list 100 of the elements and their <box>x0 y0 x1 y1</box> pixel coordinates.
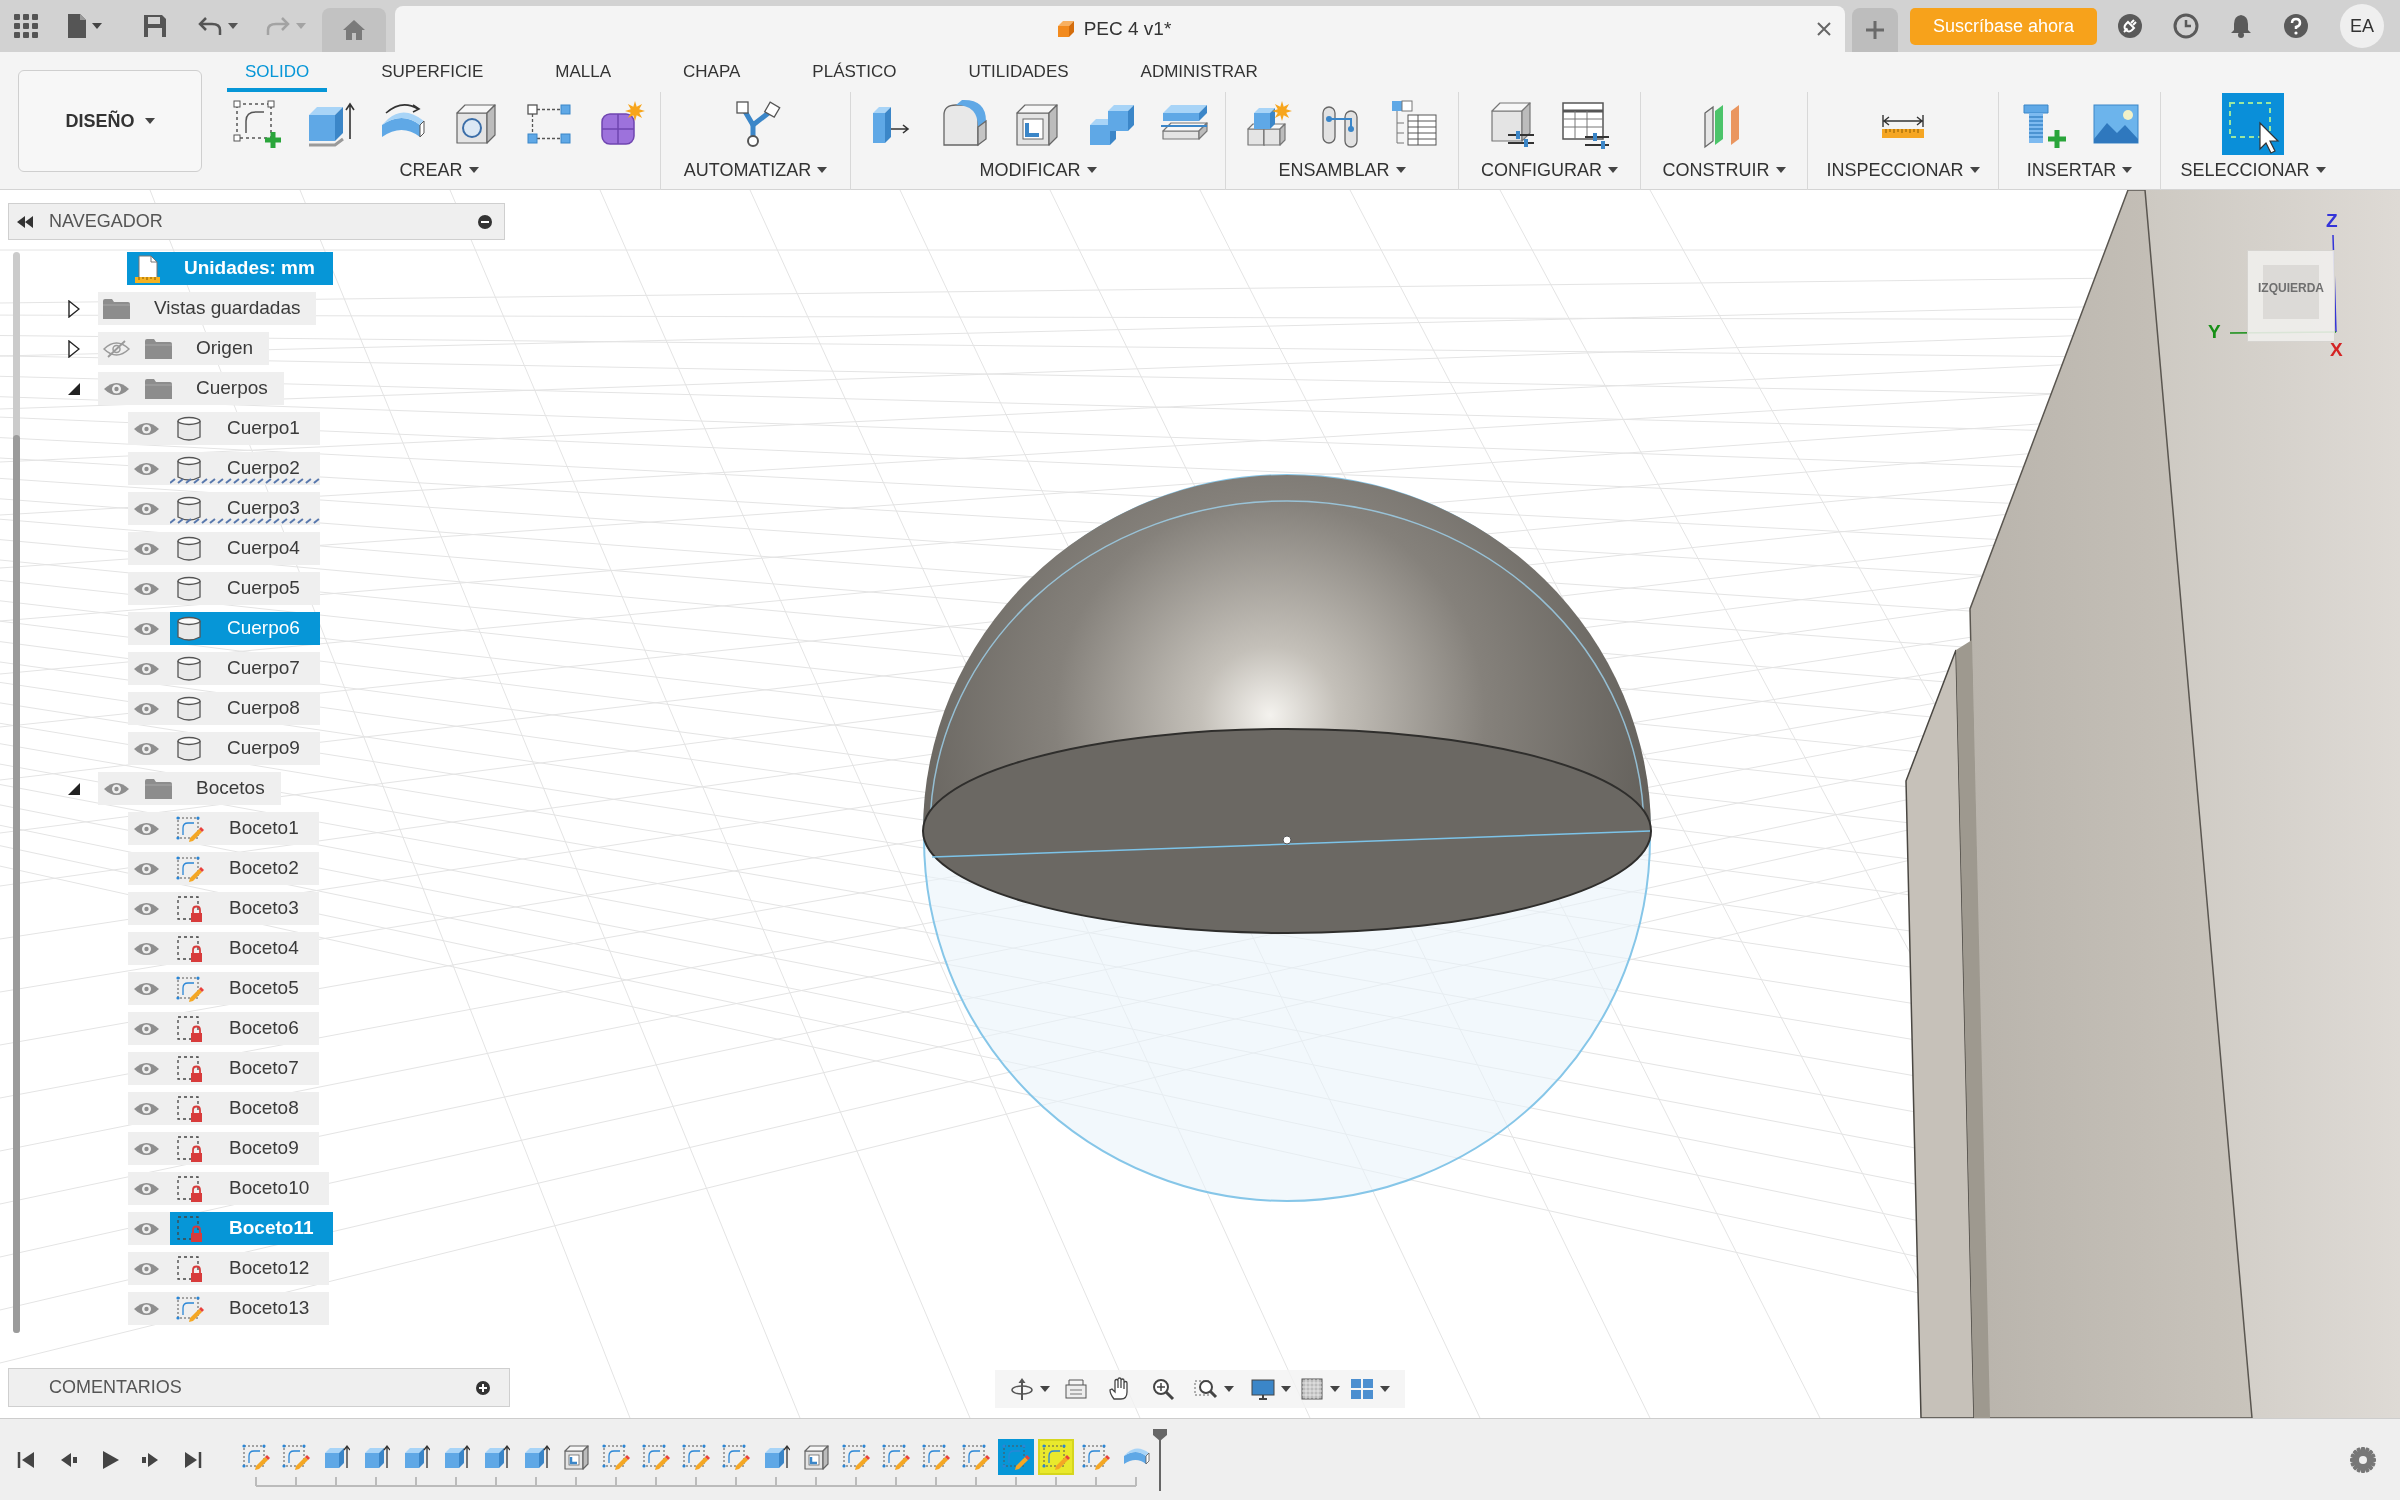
grid-menu-icon[interactable] <box>14 14 38 38</box>
timeline-feature[interactable] <box>1038 1438 1074 1475</box>
playhead-marker-icon[interactable] <box>1152 1428 1168 1491</box>
tree-item[interactable]: Boceto5 <box>170 972 319 1005</box>
table-sliders-icon[interactable] <box>1561 99 1611 149</box>
eye-icon[interactable] <box>133 940 160 957</box>
workspace-dropdown[interactable]: DISEÑO <box>18 70 202 172</box>
sketch-plus-icon[interactable] <box>231 99 282 149</box>
eye-icon[interactable] <box>133 860 160 877</box>
eye-icon[interactable] <box>103 780 130 797</box>
tree-item[interactable]: Cuerpo5 <box>170 572 320 605</box>
tree-item[interactable]: Cuerpo7 <box>170 652 320 685</box>
tree-item[interactable]: Origen <box>145 332 270 365</box>
group-dropdown[interactable]: AUTOMATIZAR <box>683 156 828 184</box>
scrollbar[interactable] <box>13 252 20 1333</box>
disclosure-triangle-icon[interactable] <box>68 382 80 395</box>
help-icon[interactable] <box>2283 13 2309 39</box>
new-tab-button[interactable] <box>1852 8 1898 52</box>
scrollbar-thumb[interactable] <box>13 435 20 1333</box>
orbit-icon[interactable] <box>1010 1377 1034 1401</box>
tree-item[interactable]: Cuerpo9 <box>170 732 320 765</box>
save-icon[interactable] <box>144 15 166 37</box>
hand-icon[interactable] <box>1107 1377 1131 1401</box>
tree-item[interactable]: Boceto10 <box>170 1172 330 1205</box>
skip-start-icon[interactable] <box>17 1449 35 1470</box>
eye-icon[interactable] <box>133 740 160 757</box>
tree-item[interactable]: Cuerpos <box>145 372 284 405</box>
timeline-feature[interactable] <box>998 1438 1034 1475</box>
tree-item[interactable]: Cuerpo4 <box>170 532 320 565</box>
tree-item[interactable]: Cuerpo8 <box>170 692 320 725</box>
eye-icon[interactable] <box>103 380 130 397</box>
plug-icon[interactable] <box>2117 13 2143 39</box>
tree-item[interactable]: Cuerpo3 <box>170 492 320 525</box>
table-tree-icon[interactable] <box>1390 99 1440 149</box>
eye-icon[interactable] <box>133 820 160 837</box>
home-tab[interactable] <box>322 8 386 52</box>
settings-icon[interactable] <box>2350 1446 2376 1473</box>
eye-icon[interactable] <box>133 420 160 437</box>
tree-item[interactable]: Bocetos <box>145 772 281 805</box>
monitor-icon[interactable] <box>1251 1377 1275 1401</box>
disclosure-triangle-icon[interactable] <box>68 339 80 358</box>
eye-icon[interactable] <box>133 620 160 637</box>
play-icon[interactable] <box>101 1449 119 1470</box>
group-dropdown[interactable]: CONSTRUIR <box>1662 156 1786 184</box>
eye-icon[interactable] <box>133 460 160 477</box>
grid-icon[interactable] <box>1300 1377 1324 1401</box>
tree-item[interactable]: Vistas guardadas <box>103 292 317 325</box>
group-dropdown[interactable]: SELECCIONAR <box>2180 156 2326 184</box>
eye-icon[interactable] <box>133 1260 160 1277</box>
toolbar-tab[interactable]: PLÁSTICO <box>794 52 915 92</box>
eye-icon[interactable] <box>133 1300 160 1317</box>
minus-circle-icon[interactable] <box>478 214 492 229</box>
eye-icon[interactable] <box>133 1100 160 1117</box>
toolbar-tab[interactable]: MALLA <box>537 52 630 92</box>
rounded-block-icon[interactable] <box>940 99 990 149</box>
group-dropdown[interactable]: ENSAMBLAR <box>1278 156 1406 184</box>
eye-icon[interactable] <box>133 1140 160 1157</box>
eye-slash-icon[interactable] <box>103 339 130 358</box>
tree-item[interactable]: Boceto7 <box>170 1052 319 1085</box>
zoom-icon[interactable] <box>1151 1377 1175 1401</box>
tree-item[interactable]: Boceto8 <box>170 1092 319 1125</box>
eye-icon[interactable] <box>133 1020 160 1037</box>
eye-icon[interactable] <box>133 900 160 917</box>
toolbar-tab[interactable]: SUPERFICIE <box>363 52 502 92</box>
group-dropdown[interactable]: CONFIGURAR <box>1481 156 1618 184</box>
collapse-icon[interactable] <box>17 215 33 228</box>
tree-item[interactable]: Boceto3 <box>170 892 319 925</box>
disclosure-triangle-icon[interactable] <box>68 299 80 318</box>
tree-item[interactable]: Cuerpo1 <box>170 412 320 445</box>
undo-icon[interactable] <box>198 16 222 36</box>
eye-icon[interactable] <box>133 540 160 557</box>
document-tab[interactable]: PEC 4 v1* <box>395 6 1845 52</box>
tree-item[interactable]: Boceto4 <box>170 932 319 965</box>
group-dropdown[interactable]: CREAR <box>399 156 479 184</box>
toolbar-tab[interactable]: ADMINISTRAR <box>1122 52 1276 92</box>
eye-icon[interactable] <box>133 1060 160 1077</box>
zoom-window-icon[interactable] <box>1194 1377 1218 1401</box>
toolbar-tab[interactable]: UTILIDADES <box>950 52 1087 92</box>
file-icon[interactable] <box>68 14 86 38</box>
select-cursor-icon[interactable] <box>2222 93 2284 155</box>
tree-item[interactable]: Cuerpo2 <box>170 452 320 485</box>
close-icon[interactable] <box>1816 21 1832 37</box>
group-dropdown[interactable]: INSPECCIONAR <box>1826 156 1980 184</box>
viewports-icon[interactable] <box>1350 1377 1374 1401</box>
skip-end-icon[interactable] <box>184 1449 202 1470</box>
eye-icon[interactable] <box>133 500 160 517</box>
plus-circle-icon[interactable] <box>476 1380 490 1395</box>
tree-item[interactable]: Boceto12 <box>170 1252 330 1285</box>
eye-icon[interactable] <box>133 980 160 997</box>
eye-icon[interactable] <box>133 700 160 717</box>
look-at-icon[interactable] <box>1064 1377 1088 1401</box>
group-dropdown[interactable]: MODIFICAR <box>979 156 1097 184</box>
group-dropdown[interactable]: INSERTAR <box>2026 156 2133 184</box>
tree-item[interactable]: Boceto13 <box>170 1292 330 1325</box>
tree-item[interactable]: Boceto9 <box>170 1132 319 1165</box>
tree-item[interactable]: Boceto2 <box>170 852 319 885</box>
tree-item[interactable]: Boceto1 <box>170 812 319 845</box>
tree-item[interactable]: Boceto6 <box>170 1012 319 1045</box>
eye-icon[interactable] <box>133 660 160 677</box>
view-cube[interactable]: IZQUIERDA <box>2247 250 2335 342</box>
